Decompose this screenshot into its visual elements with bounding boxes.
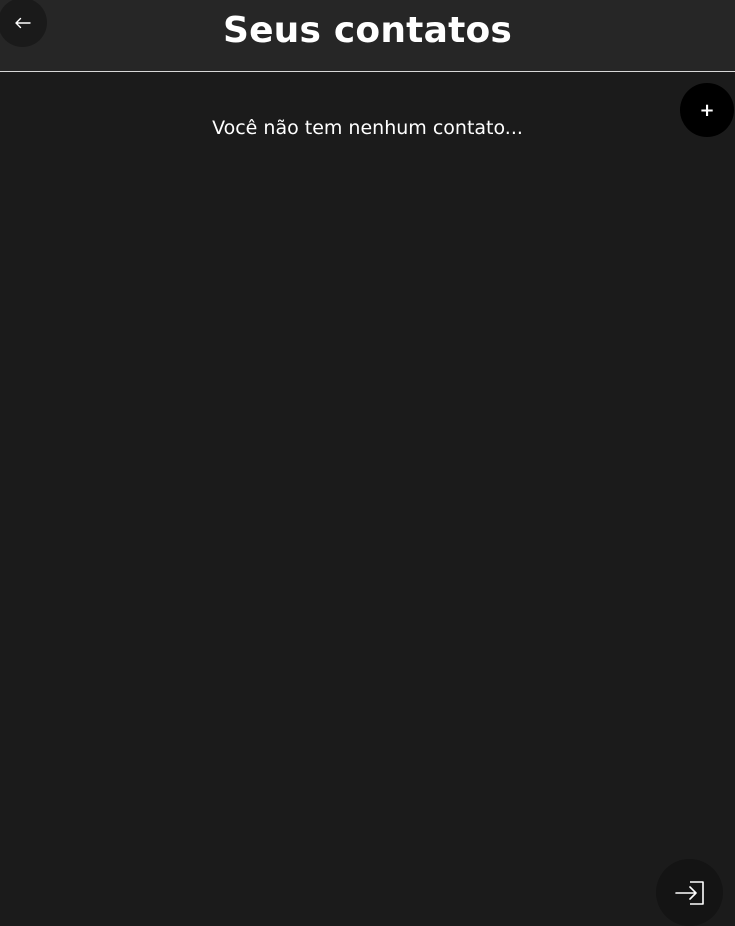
app-header: Seus contatos (0, 0, 735, 72)
sign-in-icon (673, 879, 707, 907)
page-title: Seus contatos (222, 10, 513, 51)
empty-contacts-message: Você não tem nenhum contato... (212, 117, 523, 139)
sign-in-button[interactable] (656, 859, 723, 926)
